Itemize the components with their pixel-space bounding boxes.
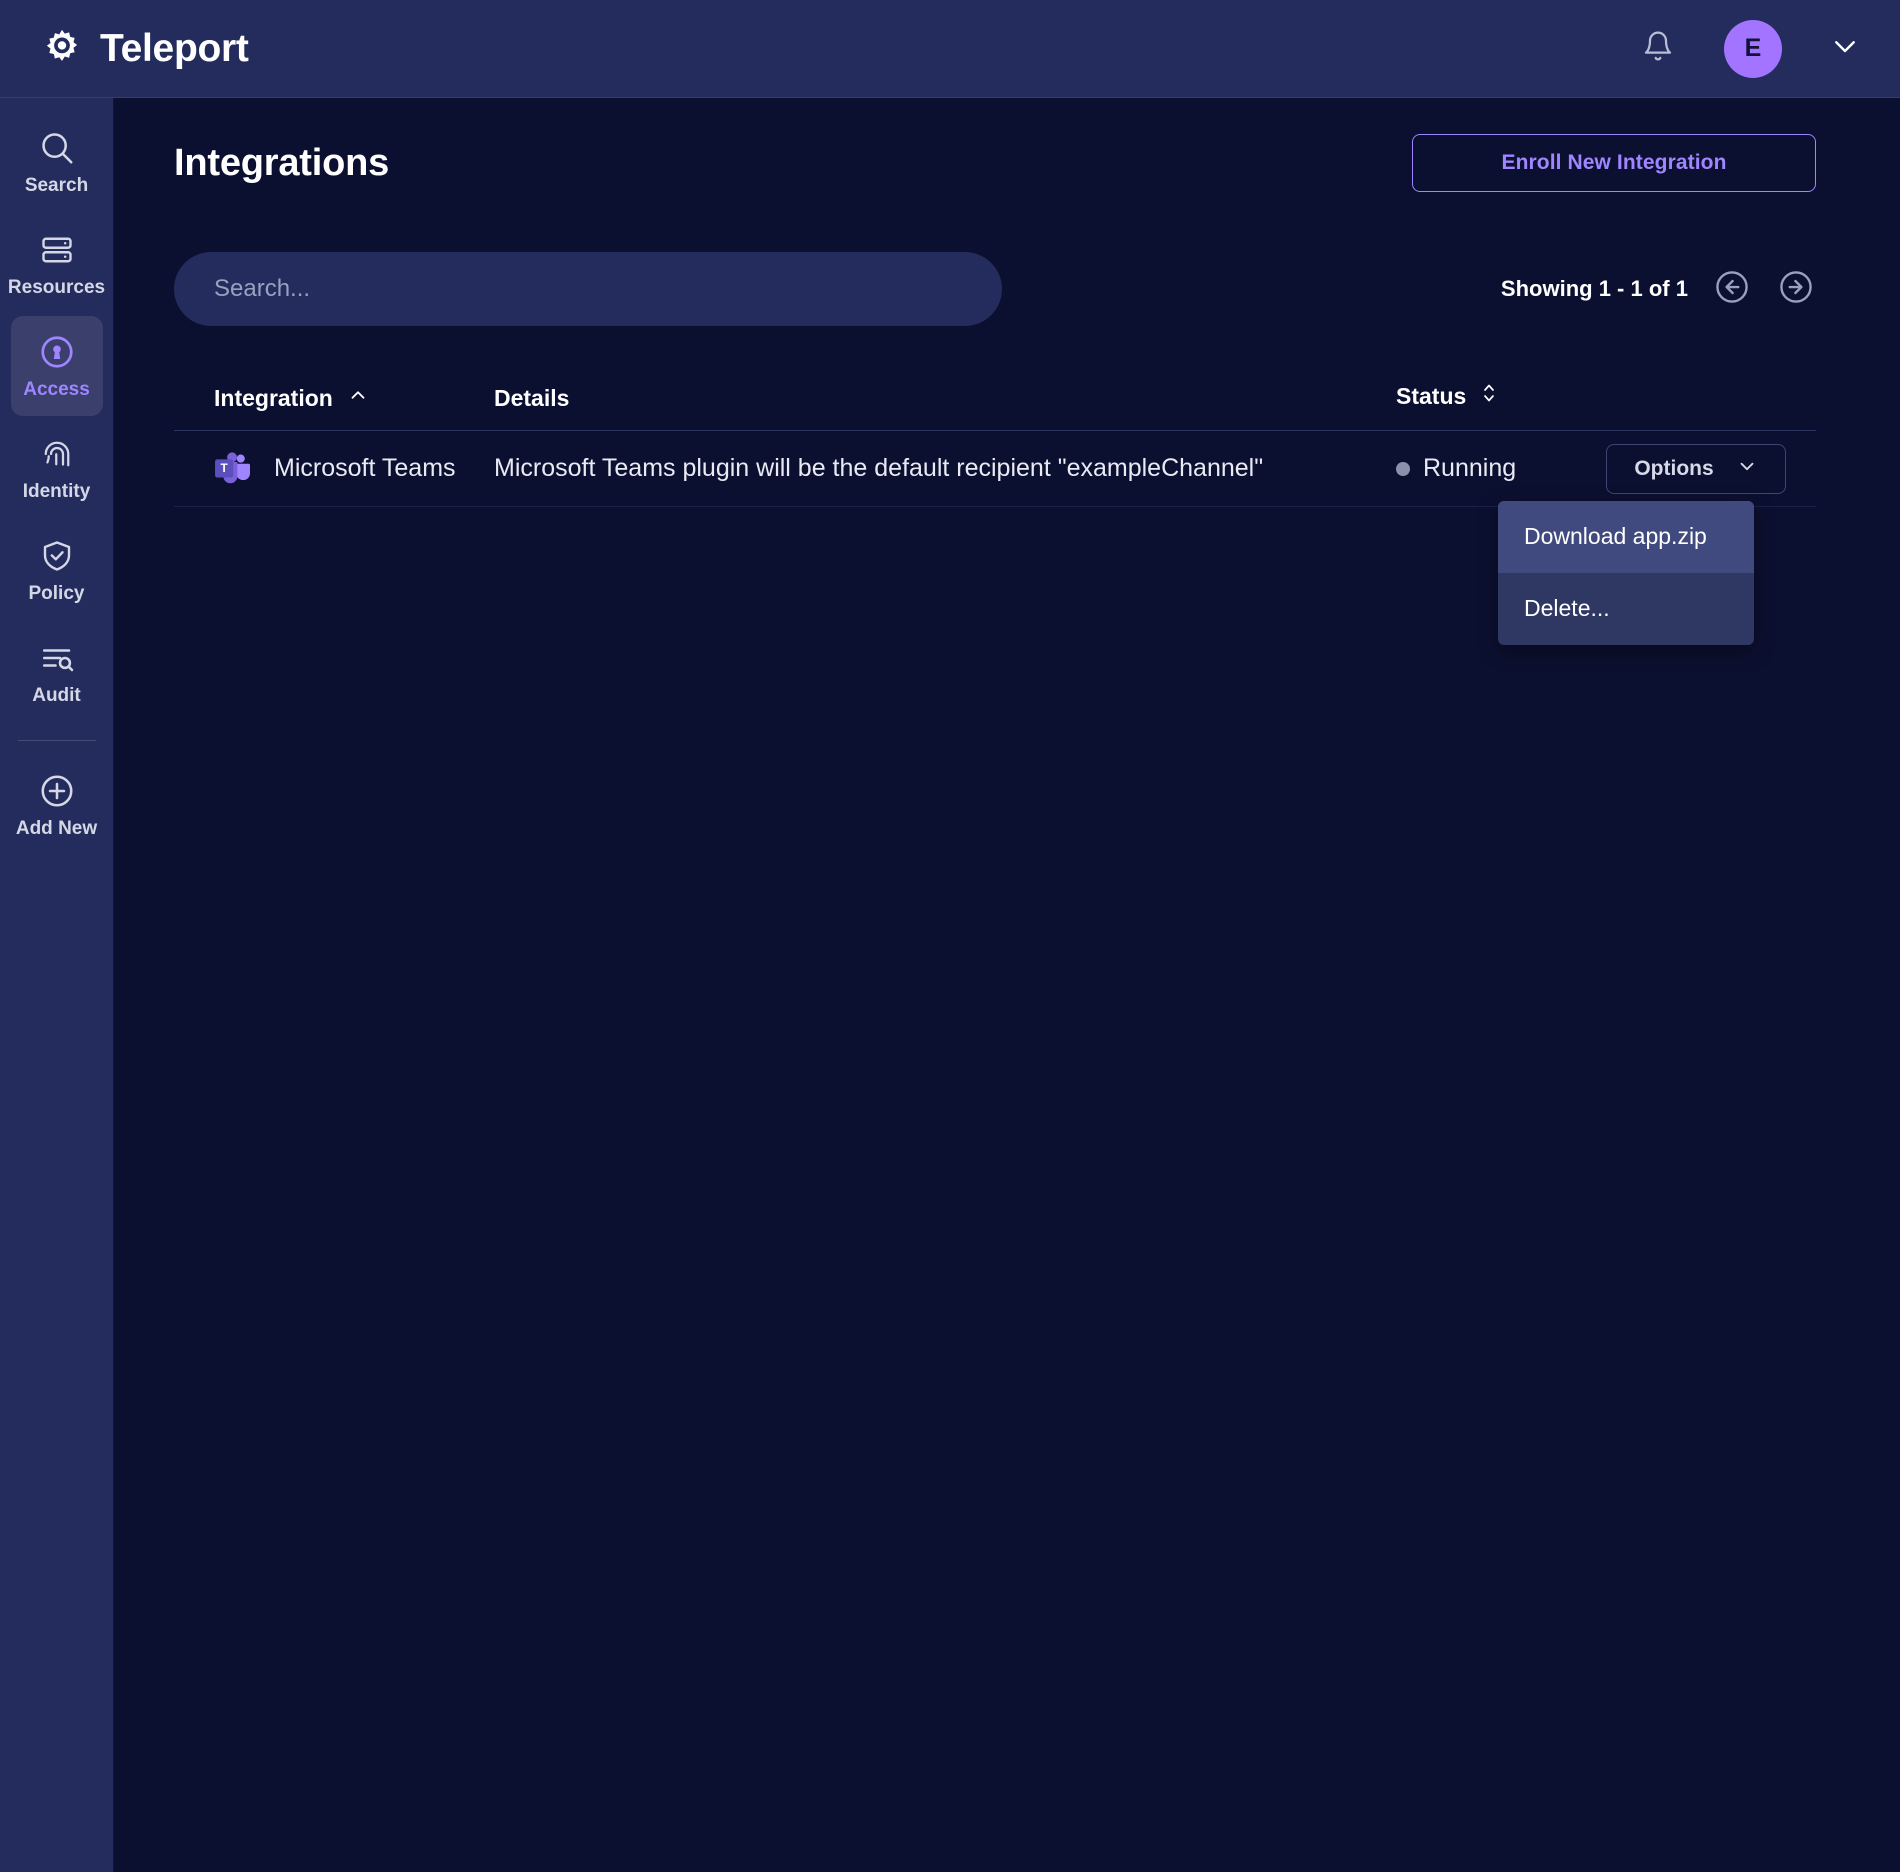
page-header: Integrations Enroll New Integration (174, 98, 1816, 192)
sidebar-item-label: Identity (22, 481, 91, 502)
lock-circle-icon (38, 333, 76, 371)
sidebar-item-audit[interactable]: Audit (11, 622, 103, 722)
options-menu: Download app.zip Delete... (1498, 500, 1754, 645)
cell-options: Options Download app.zip Delete... (1498, 443, 1816, 645)
options-dropdown-wrapper: Options Download app.zip Delete... (1498, 443, 1786, 645)
options-button-label: Options (1634, 456, 1714, 480)
cell-status: Running (1396, 454, 1606, 483)
notifications-button[interactable] (1638, 29, 1678, 69)
pagination-showing-word: Showing (1500, 276, 1593, 301)
chevron-down-icon (1736, 455, 1758, 483)
cell-details: Microsoft Teams plugin will be the defau… (494, 454, 1396, 483)
enroll-new-integration-button[interactable]: Enroll New Integration (1412, 134, 1816, 192)
cell-integration: T Microsoft Teams (174, 451, 494, 486)
list-search-icon (39, 639, 75, 677)
pagination-summary: Showing 1 - 1 of 1 (1501, 276, 1688, 302)
gear-icon (40, 27, 84, 71)
pagination-next-button[interactable] (1776, 269, 1816, 309)
sidebar-divider (17, 740, 96, 741)
body: Search Resources Access Identity Policy … (0, 98, 1900, 1872)
column-header-label: Status (1396, 382, 1467, 409)
column-header-label: Integration (214, 384, 333, 411)
sidebar-item-label: Add New (15, 818, 98, 839)
search-icon (38, 129, 76, 167)
pagination-total: 1 (1675, 276, 1688, 301)
sidebar-item-resources[interactable]: Resources (7, 214, 106, 314)
sidebar-item-add-new[interactable]: Add New (11, 755, 103, 855)
sidebar-item-access[interactable]: Access (10, 316, 103, 416)
menu-item-download-app-zip[interactable]: Download app.zip (1498, 500, 1754, 573)
page-title: Integrations (174, 141, 390, 184)
topbar-actions: E (1638, 19, 1870, 78)
pagination: Showing 1 - 1 of 1 (1501, 269, 1816, 309)
avatar[interactable]: E (1724, 19, 1782, 78)
integrations-page: Teleport E Search Resources Access Ident… (0, 0, 1900, 1872)
microsoft-teams-icon: T (214, 451, 252, 486)
menu-item-delete[interactable]: Delete... (1498, 573, 1754, 645)
main-content: Integrations Enroll New Integration Show… (114, 98, 1900, 1872)
integration-details: Microsoft Teams plugin will be the defau… (494, 454, 1264, 482)
chevron-up-icon (347, 384, 369, 412)
avatar-initial: E (1744, 34, 1762, 62)
bell-icon (1642, 29, 1674, 68)
status-dot-icon (1396, 461, 1410, 476)
sidebar-item-label: Access (23, 379, 90, 400)
brand-name: Teleport (100, 27, 249, 70)
svg-text:T: T (221, 461, 229, 475)
arrow-right-circle-icon (1777, 268, 1815, 311)
main-inner: Integrations Enroll New Integration Show… (114, 98, 1860, 645)
integration-name: Microsoft Teams (274, 454, 456, 482)
shield-check-icon (39, 537, 75, 575)
column-header-label: Details (494, 385, 570, 411)
column-header-details[interactable]: Details (494, 385, 1396, 412)
search-row: Showing 1 - 1 of 1 (174, 252, 1816, 326)
menu-item-label: Download app.zip (1524, 523, 1707, 549)
chevron-down-icon (1830, 31, 1860, 66)
pagination-of-word: of (1648, 276, 1670, 301)
column-header-integration[interactable]: Integration (174, 384, 494, 412)
sidebar-item-policy[interactable]: Policy (11, 520, 103, 620)
sidebar-item-search[interactable]: Search (11, 112, 103, 212)
brand-logo-link[interactable]: Teleport (40, 27, 249, 71)
sidebar-item-label: Search (24, 175, 89, 196)
menu-item-label: Delete... (1524, 595, 1610, 621)
account-menu-button[interactable] (1828, 32, 1862, 66)
plus-circle-icon (38, 772, 76, 810)
chevron-updown-icon (1480, 380, 1498, 412)
sidebar: Search Resources Access Identity Policy … (0, 98, 114, 1872)
options-button[interactable]: Options (1606, 443, 1786, 494)
integrations-table: Integration Details Status T Microsoft T… (174, 380, 1816, 645)
arrow-left-circle-icon (1713, 268, 1751, 311)
search-input[interactable] (174, 252, 1002, 326)
sidebar-item-label: Policy (28, 583, 85, 604)
status-badge: Running (1423, 454, 1517, 482)
table-row[interactable]: T Microsoft Teams Microsoft Teams plugin… (174, 431, 1816, 645)
sidebar-item-identity[interactable]: Identity (11, 418, 103, 518)
fingerprint-icon (39, 435, 75, 473)
sidebar-item-label: Audit (32, 685, 81, 706)
table-header-row: Integration Details Status (174, 380, 1816, 431)
pagination-prev-button[interactable] (1712, 269, 1752, 309)
column-header-status[interactable]: Status (1396, 380, 1606, 412)
top-bar: Teleport E (0, 0, 1900, 98)
sidebar-item-label: Resources (7, 277, 106, 298)
pagination-range: 1 - 1 (1598, 276, 1643, 301)
server-icon (39, 231, 75, 269)
